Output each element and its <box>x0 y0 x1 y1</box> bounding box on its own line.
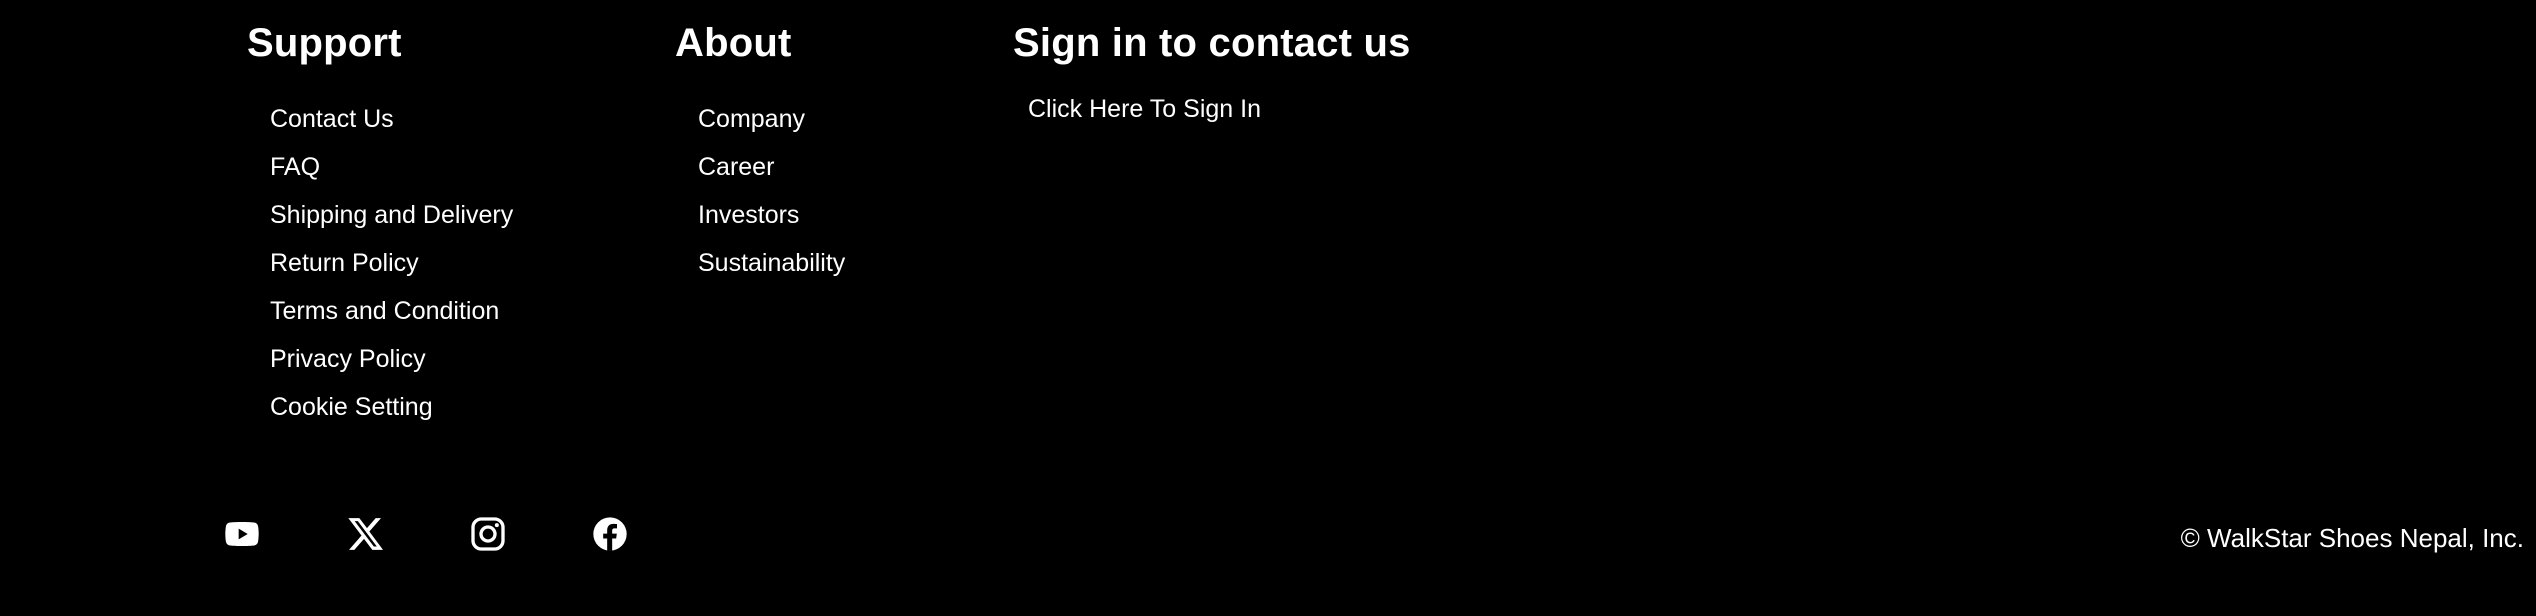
list-item: Privacy Policy <box>270 342 513 390</box>
support-heading: Support <box>247 21 402 65</box>
list-item: Return Policy <box>270 246 513 294</box>
return-policy-link[interactable]: Return Policy <box>270 249 419 277</box>
faq-link[interactable]: FAQ <box>270 153 320 181</box>
list-item: Cookie Setting <box>270 390 513 438</box>
list-item: FAQ <box>270 150 513 198</box>
list-item: Shipping and Delivery <box>270 198 513 246</box>
contact-us-link[interactable]: Contact Us <box>270 105 394 133</box>
copyright-text: © WalkStar Shoes Nepal, Inc. <box>2180 523 2524 553</box>
list-item: Career <box>698 150 845 198</box>
career-link[interactable]: Career <box>698 153 774 181</box>
youtube-icon[interactable] <box>222 514 262 554</box>
list-item: Contact Us <box>270 102 513 150</box>
facebook-icon[interactable] <box>590 514 630 554</box>
sustainability-link[interactable]: Sustainability <box>698 249 845 277</box>
about-heading: About <box>675 21 792 65</box>
x-icon[interactable] <box>346 514 386 554</box>
list-item: Company <box>698 102 845 150</box>
instagram-icon[interactable] <box>468 514 508 554</box>
terms-condition-link[interactable]: Terms and Condition <box>270 297 499 325</box>
support-links: Contact Us FAQ Shipping and Delivery Ret… <box>270 102 513 438</box>
sign-in-link[interactable]: Click Here To Sign In <box>1028 92 1261 126</box>
about-links: Company Career Investors Sustainability <box>698 102 845 294</box>
shipping-delivery-link[interactable]: Shipping and Delivery <box>270 201 513 229</box>
privacy-policy-link[interactable]: Privacy Policy <box>270 345 426 373</box>
list-item: Sustainability <box>698 246 845 294</box>
list-item: Terms and Condition <box>270 294 513 342</box>
cookie-setting-link[interactable]: Cookie Setting <box>270 393 433 421</box>
investors-link[interactable]: Investors <box>698 201 799 229</box>
signin-heading: Sign in to contact us <box>1013 21 1411 65</box>
list-item: Investors <box>698 198 845 246</box>
company-link[interactable]: Company <box>698 105 805 133</box>
